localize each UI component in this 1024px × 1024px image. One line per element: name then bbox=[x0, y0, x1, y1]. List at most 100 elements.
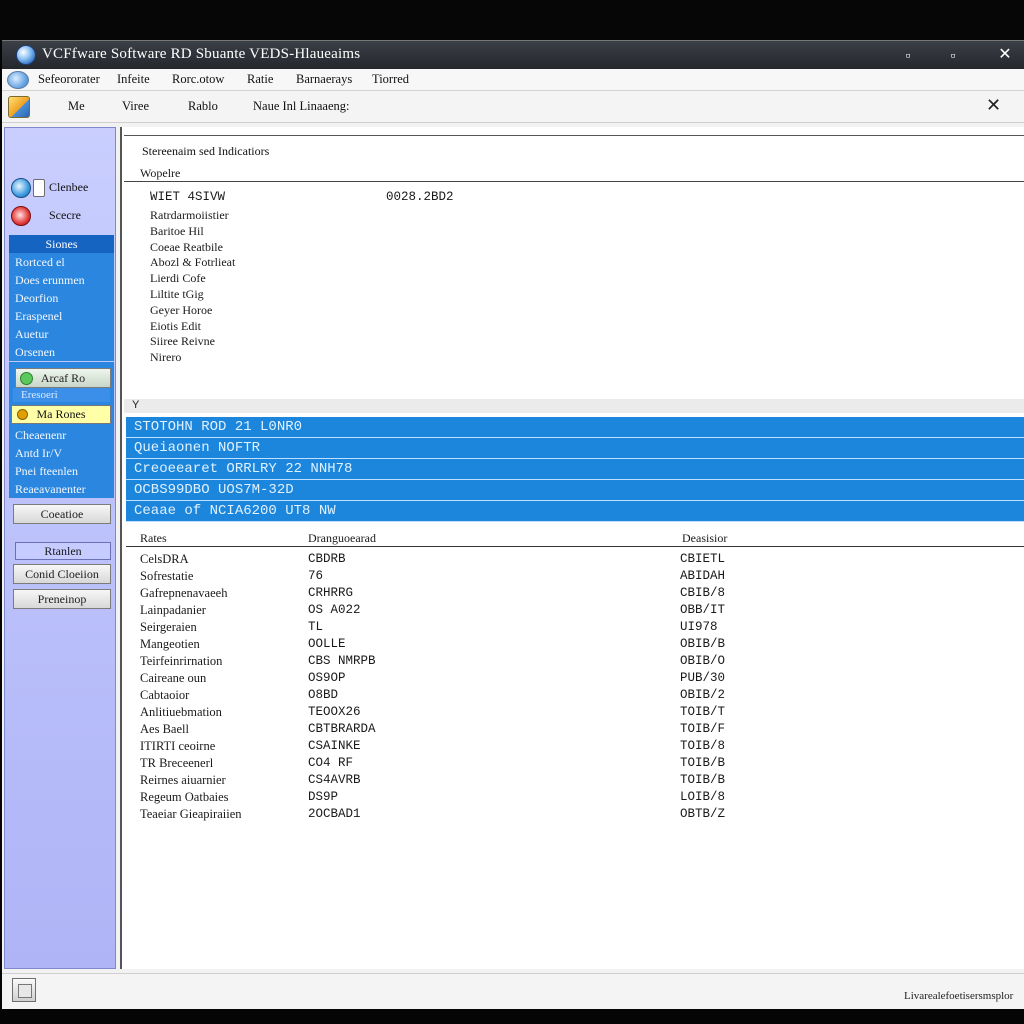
toolbar-app-icon[interactable] bbox=[8, 96, 30, 118]
table-cell: TOIB/B bbox=[680, 773, 726, 787]
table-cell: Anlitiuebmation bbox=[140, 705, 222, 719]
table-cell: OBIB/B bbox=[680, 637, 726, 651]
table-cell: Lainpadanier bbox=[140, 603, 206, 617]
table-cell: 2OCBAD1 bbox=[308, 807, 361, 821]
table-cell: Regeum Oatbaies bbox=[140, 790, 229, 804]
table-cell: Teirfeinrirnation bbox=[140, 654, 223, 668]
highlighted-row[interactable]: OCBS99DBO UOS7M-32D bbox=[126, 480, 1024, 501]
sidebar-group-header[interactable]: Rtanlen bbox=[15, 542, 111, 560]
table-row[interactable]: CelsDRA CBDRB CBIETL bbox=[126, 551, 1024, 568]
red-globe-icon bbox=[11, 206, 31, 226]
table-row[interactable]: Sofrestatie 76 ABIDAH bbox=[126, 568, 1024, 585]
creation-button[interactable]: Coeatioe bbox=[13, 504, 111, 524]
table-row[interactable]: Anlitiuebmation TEOOX26 TOIB/T bbox=[126, 704, 1024, 721]
sidebar-list-secondary: Arcaf Ro Eresoeri Ma Rones Cheaenenr Ant… bbox=[9, 362, 114, 498]
table-cell: Gafrepnenavaeeh bbox=[140, 586, 228, 600]
sidebar-item-clients[interactable]: Clenbee bbox=[9, 176, 113, 200]
sidebar-link[interactable]: Antd Ir/V bbox=[9, 444, 114, 462]
status-text: Livarealefoetisersmsplor bbox=[904, 990, 1014, 1002]
toolbar-item-name[interactable]: Naue Inl Linaaeng: bbox=[253, 99, 349, 114]
table-cell: CelsDRA bbox=[140, 552, 189, 566]
table-cell: CBS NMRPB bbox=[308, 654, 376, 668]
table-cell: ABIDAH bbox=[680, 569, 726, 583]
menu-item-1[interactable]: Sefeororater bbox=[38, 72, 100, 87]
sidebar-link[interactable]: Reaeavanenter bbox=[9, 480, 114, 498]
table-cell: PUB/30 bbox=[680, 671, 726, 685]
table-cell: TOIB/B bbox=[680, 756, 726, 770]
table-row[interactable]: Reirnes aiuarnier CS4AVRB TOIB/B bbox=[126, 772, 1024, 789]
info-section: Stereenaim sed Indicatiors Wopelre WIET … bbox=[124, 135, 1024, 371]
table-row[interactable]: Gafrepnenavaeeh CRHRRG CBIB/8 bbox=[126, 585, 1024, 602]
minimize-button[interactable]: ▫ bbox=[895, 45, 921, 65]
status-bar: Livarealefoetisersmsplor bbox=[2, 973, 1024, 1009]
table-cell: TEOOX26 bbox=[308, 705, 361, 719]
toolbar: Me Viree Rablo Naue Inl Linaaeng: ✕ bbox=[2, 91, 1024, 123]
menu-item-5[interactable]: Barnaerays bbox=[296, 72, 352, 87]
table-body: CelsDRA CBDRB CBIETL Sofrestatie 76 ABIDAH Gaf… bbox=[126, 551, 1024, 823]
info-line: Coeae Reatbile bbox=[150, 239, 223, 254]
info-line: Liltite tGig bbox=[150, 286, 204, 301]
table-cell: Caireane oun bbox=[140, 671, 207, 685]
table-cell: OOLLE bbox=[308, 637, 346, 651]
table-cell: CS4AVRB bbox=[308, 773, 361, 787]
sidebar-link[interactable]: Rortced el bbox=[9, 253, 114, 271]
status-window-icon[interactable] bbox=[12, 978, 36, 1002]
highlighted-row[interactable]: STOTOHN ROD 21 L0NR0 bbox=[126, 417, 1024, 438]
top-black-band bbox=[0, 0, 1024, 40]
table-cell: Reirnes aiuarnier bbox=[140, 773, 226, 787]
column-header[interactable]: Rates bbox=[140, 531, 167, 546]
menu-bar: Sefeororater Infeite Rorc.otow Ratie Bar… bbox=[2, 69, 1024, 91]
column-header[interactable]: Dranguoearad bbox=[308, 531, 376, 546]
menu-item-6[interactable]: Tiorred bbox=[372, 72, 409, 87]
process-button[interactable]: Preneinop bbox=[13, 589, 111, 609]
sidebar-selected-button[interactable]: Ma Rones bbox=[11, 405, 111, 424]
table-row[interactable]: Cabtaoior O8BD OBIB/2 bbox=[126, 687, 1024, 704]
table-row[interactable]: Caireane oun OS9OP PUB/30 bbox=[126, 670, 1024, 687]
info-line: Lierdi Cofe bbox=[150, 271, 206, 286]
table-row[interactable]: ITIRTI ceoirne CSAINKE TOIB/8 bbox=[126, 738, 1024, 755]
sidebar-link[interactable]: Eraspenel bbox=[9, 307, 114, 325]
maximize-button[interactable]: ▫ bbox=[940, 45, 966, 65]
highlighted-row[interactable]: Creoeearet ORRLRY 22 NNH78 bbox=[126, 459, 1024, 480]
sidebar-link[interactable]: Auetur bbox=[9, 325, 114, 343]
sidebar-item-label: Scecre bbox=[49, 208, 81, 222]
sidebar-link[interactable]: Pnei fteenlen bbox=[9, 462, 114, 480]
table-row[interactable]: Mangeotien OOLLE OBIB/B bbox=[126, 636, 1024, 653]
toolbar-close-icon[interactable]: ✕ bbox=[986, 95, 1001, 116]
table-cell: OBB/IT bbox=[680, 603, 726, 617]
condition-button[interactable]: Conid Cloeiion bbox=[13, 564, 111, 584]
table-row[interactable]: Aes Baell CBTBRARDA TOIB/F bbox=[126, 721, 1024, 738]
sidebar-highlight-item[interactable]: Eresoeri bbox=[13, 388, 110, 402]
sidebar-link[interactable]: Orsenen bbox=[9, 343, 114, 361]
column-header[interactable]: Deasisior bbox=[682, 531, 727, 546]
highlighted-row[interactable]: Ceaae of NCIA6200 UT8 NW bbox=[126, 501, 1024, 522]
toolbar-item-table[interactable]: Rablo bbox=[188, 99, 218, 114]
table-row[interactable]: Regeum Oatbaies DS9P LOIB/8 bbox=[126, 789, 1024, 806]
sidebar-link[interactable]: Deorfion bbox=[9, 289, 114, 307]
table-row[interactable]: Seirgeraien TL UI978 bbox=[126, 619, 1024, 636]
sidebar-link[interactable]: Does erunmen bbox=[9, 271, 114, 289]
table-cell: LOIB/8 bbox=[680, 790, 726, 804]
toolbar-item-me[interactable]: Me bbox=[68, 99, 85, 114]
collapse-toggle-row[interactable]: Y bbox=[124, 399, 1024, 413]
menu-app-icon[interactable] bbox=[7, 71, 29, 89]
toolbar-item-view[interactable]: Viree bbox=[122, 99, 149, 114]
table-cell: CO4 RF bbox=[308, 756, 354, 770]
menu-item-2[interactable]: Infeite bbox=[117, 72, 150, 87]
sidebar-link[interactable]: Cheaenenr bbox=[9, 426, 114, 444]
table-cell: TOIB/F bbox=[680, 722, 726, 736]
sidebar-list-header: Siones bbox=[9, 235, 114, 253]
menu-item-3[interactable]: Rorc.otow bbox=[172, 72, 224, 87]
table-cell: Seirgeraien bbox=[140, 620, 197, 634]
table-row[interactable]: Lainpadanier OS A022 OBB/IT bbox=[126, 602, 1024, 619]
table-row[interactable]: Teirfeinrirnation CBS NMRPB OBIB/O bbox=[126, 653, 1024, 670]
menu-item-4[interactable]: Ratie bbox=[247, 72, 273, 87]
sidebar-mid-button-label: Arcaf Ro bbox=[40, 371, 86, 385]
table-row[interactable]: TR Breceenerl CO4 RF TOIB/B bbox=[126, 755, 1024, 772]
table-cell: CBIB/8 bbox=[680, 586, 726, 600]
highlighted-row[interactable]: Queiaonen NOFTR bbox=[126, 438, 1024, 459]
sidebar-mid-button[interactable]: Arcaf Ro bbox=[15, 368, 111, 388]
sidebar-item-scores[interactable]: Scecre bbox=[9, 204, 113, 228]
table-row[interactable]: Teaeiar Gieapiraiien 2OCBAD1 OBTB/Z bbox=[126, 806, 1024, 823]
close-window-button[interactable]: ✕ bbox=[992, 45, 1018, 65]
